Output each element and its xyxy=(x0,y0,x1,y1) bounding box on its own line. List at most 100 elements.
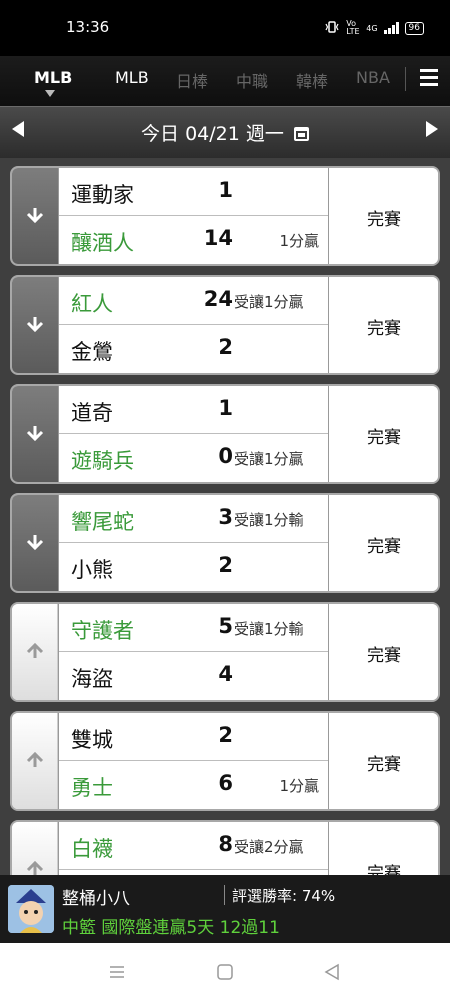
team-row: 遊騎兵 0 受讓1分贏 xyxy=(59,434,329,482)
team-row: 勇士 6 1分贏 xyxy=(59,761,329,809)
team-score: 8 xyxy=(218,832,233,856)
teams-block: 道奇 1 遊騎兵 0 受讓1分贏 xyxy=(58,386,329,482)
back-icon[interactable] xyxy=(323,963,341,981)
network-type-label: 4G xyxy=(366,23,378,33)
tab-cpbl[interactable]: 中職 xyxy=(236,68,268,92)
team-row: 響尾蛇 3 受讓1分輸 xyxy=(59,495,329,543)
game-card[interactable]: 雙城 2 勇士 6 1分贏 完賽 xyxy=(10,711,440,811)
status-icons: Vo LTE 4G 96 xyxy=(324,20,424,36)
tab-nba[interactable]: NBA xyxy=(356,68,390,87)
game-list[interactable]: 運動家 1 釀酒人 14 1分贏 完賽 紅人 24 受讓1分贏 金鶯 2 完賽 … xyxy=(0,158,450,875)
status-column xyxy=(12,168,58,264)
tab-npb[interactable]: 日棒 xyxy=(176,68,208,92)
team-name: 勇士 xyxy=(71,776,113,800)
team-name: 守護者 xyxy=(71,619,134,643)
team-row: 金鶯 2 xyxy=(59,325,329,373)
tab-kbo[interactable]: 韓棒 xyxy=(296,68,328,92)
next-day-icon[interactable] xyxy=(426,121,438,137)
tab-mlb[interactable]: MLB xyxy=(115,68,149,87)
team-row: 小熊 2 xyxy=(59,543,329,591)
game-status-label: 完賽 xyxy=(367,319,401,339)
game-card[interactable]: 紅人 24 受讓1分贏 金鶯 2 完賽 xyxy=(10,275,440,375)
team-row: 白襪 8 受讓2分贏 xyxy=(59,822,329,870)
team-score: 6 xyxy=(218,771,233,795)
status-column xyxy=(12,495,58,591)
tab-divider xyxy=(405,67,406,91)
caret-down-icon xyxy=(45,90,55,97)
arrow-down-icon xyxy=(26,535,44,551)
game-status: 完賽 xyxy=(328,168,438,264)
game-card[interactable]: 守護者 5 受讓1分輸 海盜 4 完賽 xyxy=(10,602,440,702)
game-status: 完賽 xyxy=(328,713,438,809)
status-column xyxy=(12,822,58,875)
team-score: 2 xyxy=(218,723,233,747)
username: 整桶小八 xyxy=(62,889,130,909)
game-card[interactable]: 白襪 8 受讓2分贏 完賽 xyxy=(10,820,440,875)
volte-label: Vo LTE xyxy=(346,19,360,36)
team-score: 14 xyxy=(203,226,233,250)
game-status-label: 完賽 xyxy=(367,210,401,230)
promo-text[interactable]: 中籃 國際盤連贏5天 12過11 xyxy=(62,913,280,938)
status-time: 13:36 xyxy=(66,18,110,36)
game-card[interactable]: 運動家 1 釀酒人 14 1分贏 完賽 xyxy=(10,166,440,266)
team-name: 雙城 xyxy=(71,728,113,752)
user-banner[interactable]: 整桶小八 評選勝率: 74% 中籃 國際盤連贏5天 12過11 xyxy=(0,875,450,943)
status-column xyxy=(12,386,58,482)
teams-block: 守護者 5 受讓1分輸 海盜 4 xyxy=(58,604,329,700)
battery-icon: 96 xyxy=(404,21,424,35)
game-status: 完賽 xyxy=(328,604,438,700)
calendar-icon[interactable] xyxy=(293,127,309,141)
recent-apps-icon[interactable] xyxy=(108,963,126,981)
team-score: 5 xyxy=(218,614,233,638)
league-tabs: MLB MLB 日棒 中職 韓棒 NBA xyxy=(0,56,450,106)
win-rate: 評選勝率: 74% xyxy=(232,887,336,905)
game-status: 完賽 xyxy=(328,386,438,482)
game-card[interactable]: 道奇 1 遊騎兵 0 受讓1分贏 完賽 xyxy=(10,384,440,484)
game-card[interactable]: 響尾蛇 3 受讓1分輸 小熊 2 完賽 xyxy=(10,493,440,593)
bet-note: 1分贏 xyxy=(279,232,319,250)
arrow-down-icon xyxy=(26,426,44,442)
bet-note: 受讓2分贏 xyxy=(234,838,304,856)
team-score: 2 xyxy=(218,335,233,359)
game-status-label: 完賽 xyxy=(367,646,401,666)
game-status: 完賽 xyxy=(328,495,438,591)
arrow-up-icon xyxy=(26,642,44,658)
team-name: 紅人 xyxy=(71,292,113,316)
arrow-down-icon xyxy=(26,317,44,333)
home-icon[interactable] xyxy=(216,963,234,981)
team-name: 遊騎兵 xyxy=(71,449,134,473)
team-score: 1 xyxy=(218,178,233,202)
tab-current-league[interactable]: MLB xyxy=(34,68,72,87)
team-score: 24 xyxy=(203,287,233,311)
status-column xyxy=(12,713,58,809)
team-row: 紅人 24 受讓1分贏 xyxy=(59,277,329,325)
teams-block: 運動家 1 釀酒人 14 1分贏 xyxy=(58,168,329,264)
arrow-down-icon xyxy=(26,208,44,224)
team-name: 金鶯 xyxy=(71,340,113,364)
status-column xyxy=(12,277,58,373)
team-name: 響尾蛇 xyxy=(71,510,134,534)
teams-block: 響尾蛇 3 受讓1分輸 小熊 2 xyxy=(58,495,329,591)
game-status: 完賽 xyxy=(328,822,438,875)
arrow-up-icon xyxy=(26,751,44,767)
avatar[interactable] xyxy=(8,885,54,933)
team-row: 釀酒人 14 1分贏 xyxy=(59,216,329,264)
team-name: 釀酒人 xyxy=(71,231,134,255)
team-row: 海盜 4 xyxy=(59,652,329,700)
date-selector[interactable]: 今日 04/21 週一 xyxy=(0,119,450,146)
bet-note: 1分贏 xyxy=(279,777,319,795)
date-bar: 今日 04/21 週一 xyxy=(0,106,450,158)
game-status-label: 完賽 xyxy=(367,864,401,875)
system-nav-bar xyxy=(0,943,450,1000)
team-score: 2 xyxy=(218,553,233,577)
team-score: 3 xyxy=(218,505,233,529)
team-row: 道奇 1 xyxy=(59,386,329,434)
bet-note: 受讓1分輸 xyxy=(234,620,304,638)
teams-block: 雙城 2 勇士 6 1分贏 xyxy=(58,713,329,809)
game-status: 完賽 xyxy=(328,277,438,373)
hamburger-menu-icon[interactable] xyxy=(420,69,438,87)
team-score: 0 xyxy=(218,444,233,468)
bet-note: 受讓1分贏 xyxy=(234,293,304,311)
arrow-up-icon xyxy=(26,860,44,875)
date-label: 今日 04/21 週一 xyxy=(141,123,284,145)
